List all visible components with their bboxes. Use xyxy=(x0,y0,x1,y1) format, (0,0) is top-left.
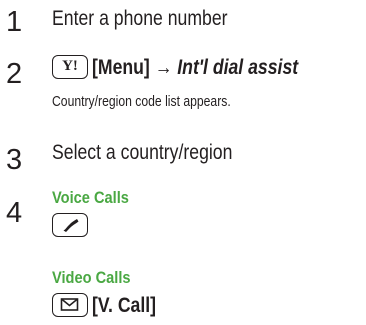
step-3-number: 3 xyxy=(6,144,23,176)
video-calls-heading: Video Calls xyxy=(52,268,131,287)
call-key-icon xyxy=(52,213,88,237)
step-2-instruction: Y! [Menu] → Int'l dial assist xyxy=(52,55,338,79)
step-2-note: Country/region code list appears. xyxy=(52,94,231,110)
voice-calls-heading: Voice Calls xyxy=(52,188,129,207)
step-1-number: 1 xyxy=(6,6,23,38)
arrow: → xyxy=(155,55,173,79)
intl-dial-assist-label: Int'l dial assist xyxy=(177,55,299,79)
v-call-label: [V. Call] xyxy=(92,293,157,317)
step-2-number: 2 xyxy=(6,58,23,90)
step-1-text: Enter a phone number xyxy=(52,7,228,30)
menu-label: [Menu] xyxy=(92,55,151,79)
mail-key-icon xyxy=(52,293,88,317)
voice-call-key xyxy=(52,213,88,237)
step-3-text: Select a country/region xyxy=(52,141,233,164)
step-2-command: [Menu] → Int'l dial assist xyxy=(92,57,298,78)
video-call-instruction: [V. Call] xyxy=(52,293,169,317)
step-4-number: 4 xyxy=(6,197,23,229)
yahoo-key-icon: Y! xyxy=(52,55,88,79)
